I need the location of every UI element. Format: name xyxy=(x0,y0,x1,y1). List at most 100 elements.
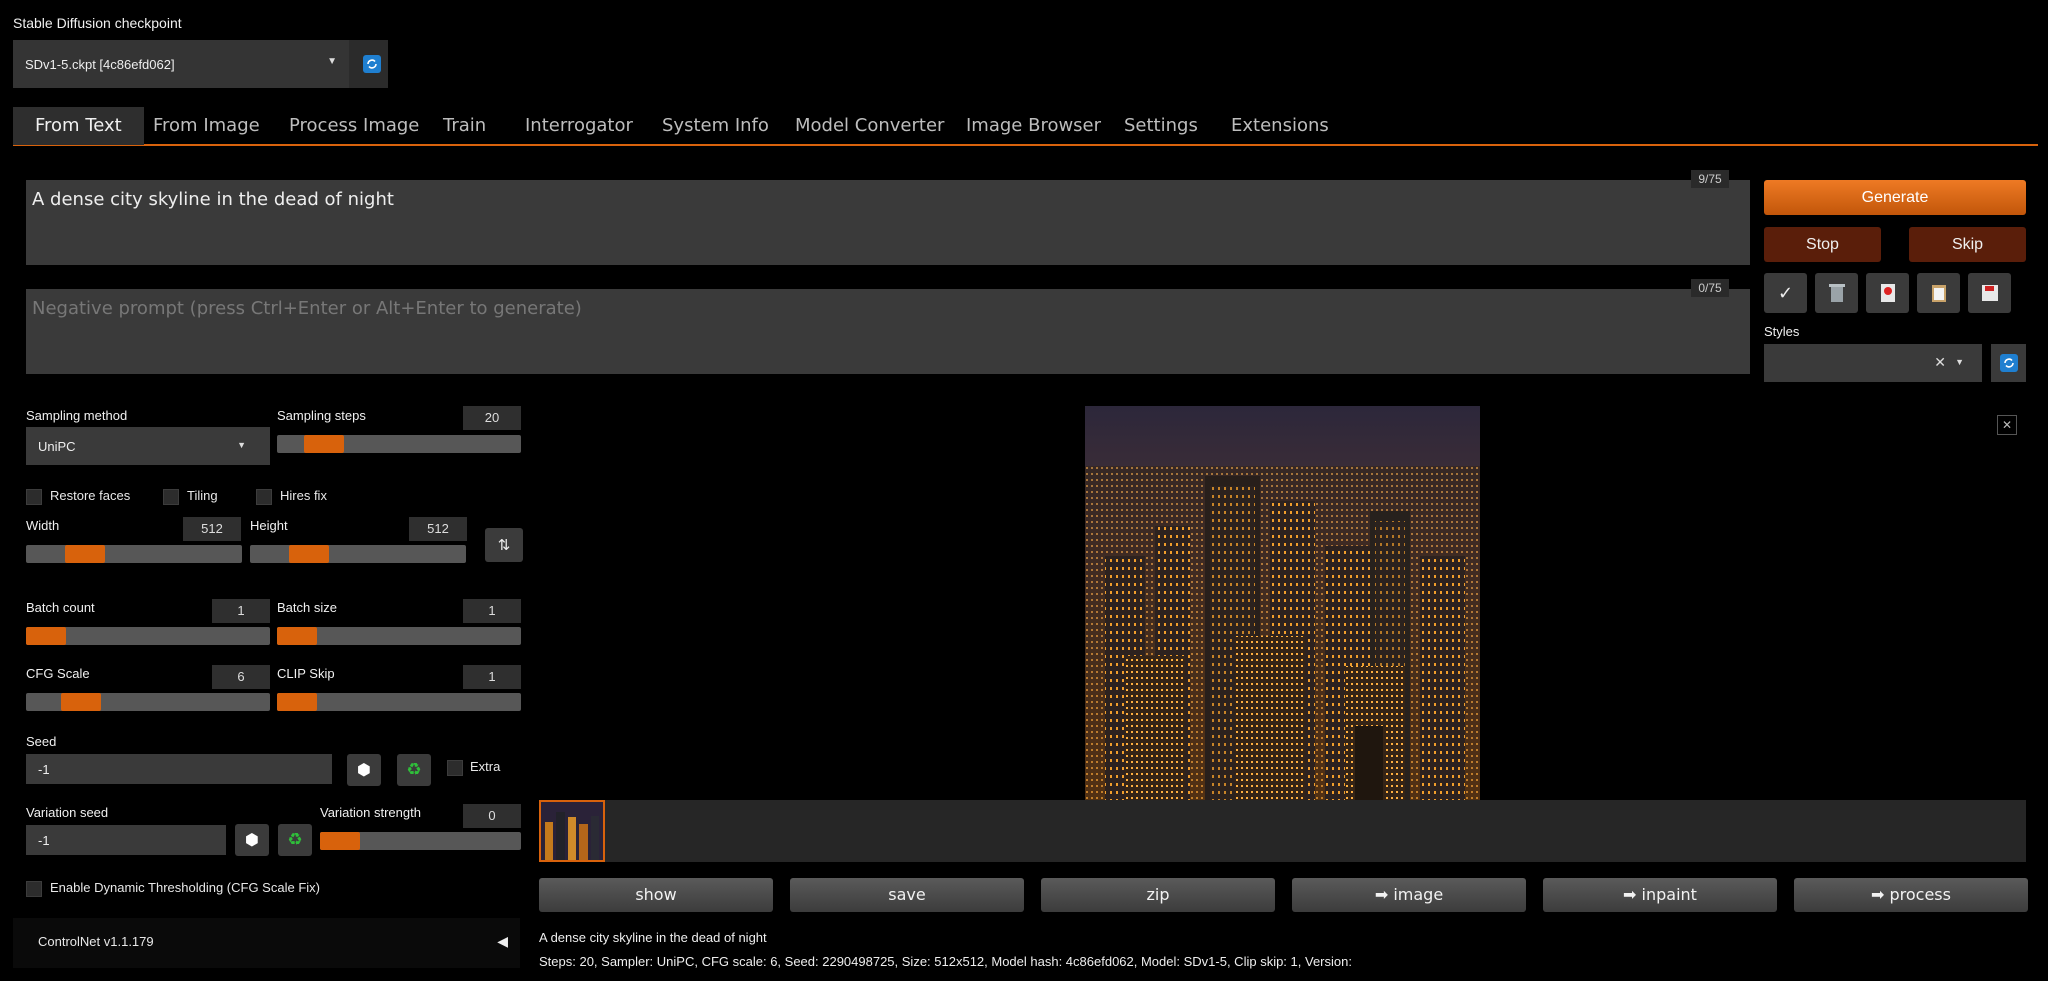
info-params: Steps: 20, Sampler: UniPC, CFG scale: 6,… xyxy=(539,954,1352,969)
styles-label: Styles xyxy=(1764,324,1800,339)
batch-count-input[interactable]: 1 xyxy=(212,599,270,623)
slider-thumb[interactable] xyxy=(320,832,360,850)
checkmark-icon[interactable]: ✓ xyxy=(1764,273,1807,313)
clear-icon[interactable]: ✕ xyxy=(1934,354,1946,371)
dice-icon: ⬢ xyxy=(245,832,259,849)
tab-image-browser[interactable]: Image Browser xyxy=(966,107,1101,145)
styles-refresh-button[interactable] xyxy=(1991,344,2026,382)
extra-checkbox[interactable] xyxy=(447,760,463,776)
width-input[interactable]: 512 xyxy=(183,517,241,541)
controlnet-accordion[interactable]: ControlNet v1.1.179 ◀ xyxy=(13,918,520,968)
info-prompt: A dense city skyline in the dead of nigh… xyxy=(539,930,767,945)
reuse-seed-button[interactable]: ♻ xyxy=(397,754,431,786)
variation-strength-label: Variation strength xyxy=(320,805,421,820)
width-label: Width xyxy=(26,518,60,533)
skip-button[interactable]: Skip xyxy=(1909,227,2026,262)
tiling-checkbox[interactable] xyxy=(163,489,179,505)
extra-label: Extra xyxy=(470,759,501,774)
styles-select[interactable]: ✕ ▼ xyxy=(1764,344,1982,382)
variation-seed-input[interactable]: -1 xyxy=(26,825,226,855)
clipboard-icon[interactable] xyxy=(1917,273,1960,313)
batch-count-slider[interactable] xyxy=(26,627,270,645)
sampling-steps-input[interactable]: 20 xyxy=(463,406,521,430)
hires-fix-checkbox[interactable] xyxy=(256,489,272,505)
height-input[interactable]: 512 xyxy=(409,517,467,541)
generate-button[interactable]: Generate xyxy=(1764,180,2026,215)
slider-thumb[interactable] xyxy=(61,693,101,711)
clip-skip-slider[interactable] xyxy=(277,693,521,711)
batch-count-label: Batch count xyxy=(26,600,95,615)
sampling-method-select[interactable]: UniPC ▼ xyxy=(26,427,270,465)
tab-settings[interactable]: Settings xyxy=(1124,107,1198,145)
restore-faces-label: Restore faces xyxy=(50,488,131,503)
slider-thumb[interactable] xyxy=(26,627,66,645)
refresh-icon xyxy=(1999,354,2018,372)
chevron-down-icon: ▼ xyxy=(1955,357,1964,367)
sampling-steps-slider[interactable] xyxy=(277,435,521,453)
recycle-icon: ♻ xyxy=(406,760,422,779)
controlnet-label: ControlNet v1.1.179 xyxy=(38,934,154,949)
height-slider[interactable] xyxy=(250,545,466,563)
tab-model-converter[interactable]: Model Converter xyxy=(795,107,944,145)
checkpoint-value: SDv1-5.ckpt [4c86efd062] xyxy=(25,56,175,72)
send-to-process-button[interactable]: ➡ process xyxy=(1794,878,2028,912)
gallery-thumbnail[interactable] xyxy=(539,800,605,862)
batch-size-label: Batch size xyxy=(277,600,337,615)
slider-thumb[interactable] xyxy=(304,435,344,453)
cfg-scale-input[interactable]: 6 xyxy=(212,665,270,689)
tab-system-info[interactable]: System Info xyxy=(662,107,769,145)
prompt-token-count: 9/75 xyxy=(1691,170,1729,188)
tab-interrogator[interactable]: Interrogator xyxy=(525,107,633,145)
seed-label: Seed xyxy=(26,734,57,749)
clip-skip-input[interactable]: 1 xyxy=(463,665,521,689)
width-slider[interactable] xyxy=(26,545,242,563)
negative-prompt-input[interactable]: Negative prompt (press Ctrl+Enter or Alt… xyxy=(26,289,1750,374)
swap-dimensions-button[interactable]: ⇅ xyxy=(485,528,523,562)
slider-thumb[interactable] xyxy=(65,545,105,563)
dynamic-thresholding-label: Enable Dynamic Thresholding (CFG Scale F… xyxy=(50,880,320,895)
prompt-text: A dense city skyline in the dead of nigh… xyxy=(32,189,394,210)
slider-thumb[interactable] xyxy=(277,627,317,645)
save-button[interactable]: save xyxy=(790,878,1024,912)
send-to-image-button[interactable]: ➡ image xyxy=(1292,878,1526,912)
variation-strength-slider[interactable] xyxy=(320,832,521,850)
slider-thumb[interactable] xyxy=(277,693,317,711)
random-seed-button[interactable]: ⬢ xyxy=(347,754,381,786)
prompt-input[interactable]: A dense city skyline in the dead of nigh… xyxy=(26,180,1750,265)
restore-faces-checkbox[interactable] xyxy=(26,489,42,505)
tab-from-text[interactable]: From Text xyxy=(13,107,144,145)
send-to-inpaint-button[interactable]: ➡ inpaint xyxy=(1543,878,1777,912)
model-card-icon[interactable] xyxy=(1866,273,1909,313)
clip-skip-label: CLIP Skip xyxy=(277,666,335,681)
refresh-icon[interactable] xyxy=(363,55,381,73)
close-gallery-button[interactable]: ✕ xyxy=(1997,415,2017,435)
trash-icon[interactable] xyxy=(1815,273,1858,313)
tab-from-image[interactable]: From Image xyxy=(153,107,260,145)
chevron-down-icon: ▼ xyxy=(327,56,337,67)
batch-size-slider[interactable] xyxy=(277,627,521,645)
random-variation-seed-button[interactable]: ⬢ xyxy=(235,824,269,856)
height-label: Height xyxy=(250,518,288,533)
tab-process-image[interactable]: Process Image xyxy=(289,107,419,145)
reuse-variation-seed-button[interactable]: ♻ xyxy=(278,824,312,856)
batch-size-input[interactable]: 1 xyxy=(463,599,521,623)
negative-token-count: 0/75 xyxy=(1691,279,1729,297)
tab-train[interactable]: Train xyxy=(443,107,486,145)
negative-prompt-placeholder: Negative prompt (press Ctrl+Enter or Alt… xyxy=(32,298,582,319)
tab-extensions[interactable]: Extensions xyxy=(1231,107,1329,145)
dynamic-thresholding-checkbox[interactable] xyxy=(26,881,42,897)
zip-button[interactable]: zip xyxy=(1041,878,1275,912)
seed-input[interactable]: -1 xyxy=(26,754,332,784)
checkpoint-panel: SDv1-5.ckpt [4c86efd062] ▼ xyxy=(13,40,388,88)
cfg-scale-slider[interactable] xyxy=(26,693,270,711)
slider-thumb[interactable] xyxy=(289,545,329,563)
checkpoint-select[interactable]: SDv1-5.ckpt [4c86efd062] ▼ xyxy=(13,40,349,88)
variation-seed-label: Variation seed xyxy=(26,805,109,820)
stop-button[interactable]: Stop xyxy=(1764,227,1881,262)
sampling-method-value: UniPC xyxy=(38,438,76,454)
save-style-icon[interactable] xyxy=(1968,273,2011,313)
show-button[interactable]: show xyxy=(539,878,773,912)
variation-strength-input[interactable]: 0 xyxy=(463,804,521,828)
generated-image[interactable] xyxy=(1085,406,1480,801)
sampling-method-label: Sampling method xyxy=(26,408,128,423)
